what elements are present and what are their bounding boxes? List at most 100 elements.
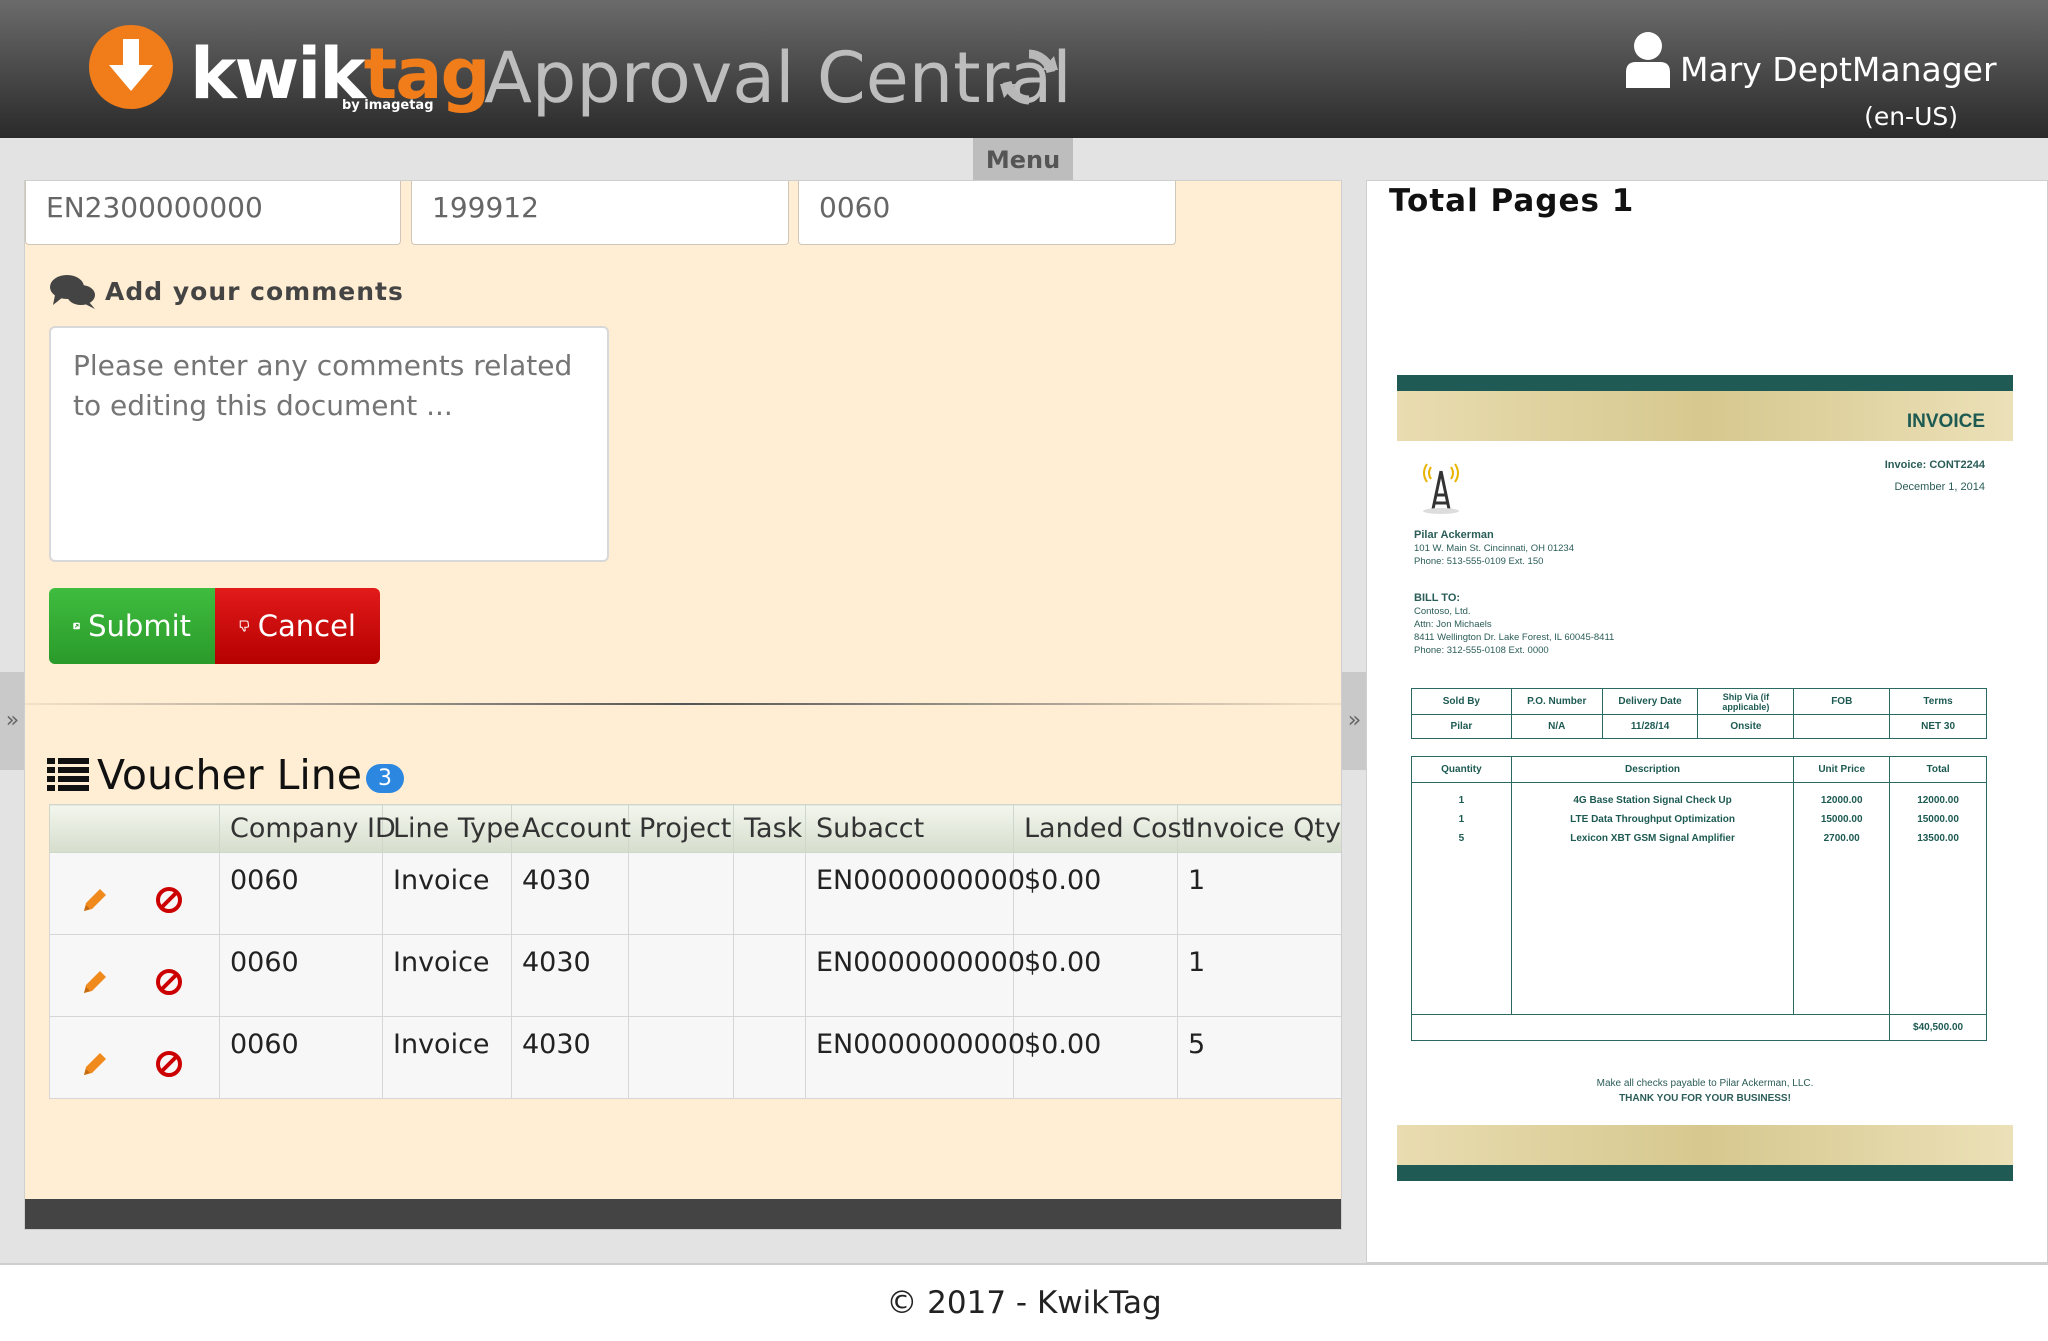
cell-landed-cost: $0.00 (1013, 934, 1178, 1017)
list-icon (47, 758, 89, 791)
section-divider (25, 703, 1341, 705)
page-footer: © 2017 - KwikTag (0, 1263, 2048, 1341)
invoice-thanks: THANK YOU FOR YOUR BUSINESS! (1619, 1093, 1791, 1104)
antenna-tower-icon (1423, 463, 1459, 514)
cell-line-type: Invoice (382, 852, 512, 935)
invoice-item-qty: 1 (1458, 814, 1465, 825)
thumbs-down-icon (239, 620, 250, 632)
pencil-icon[interactable] (80, 967, 110, 997)
invoice-terms-header: Sold By (1411, 688, 1512, 715)
ban-icon[interactable] (154, 967, 184, 997)
invoice-from-phone: Phone: 513-555-0109 Ext. 150 (1414, 556, 1544, 567)
invoice-payment-note: Make all checks payable to Pilar Ackerma… (1596, 1078, 1814, 1089)
cancel-button[interactable]: Cancel (215, 588, 380, 664)
column-header[interactable]: Company ID (219, 804, 396, 853)
cell-company-id: 0060 (219, 1016, 383, 1099)
cell-account: 4030 (511, 1016, 629, 1099)
invoice-bottom-band (1397, 1125, 2013, 1165)
cell-subacct: EN0000000000 (805, 1016, 1025, 1099)
table-row: 0060 Invoice 4030 EN0000000000 $0.00 5 (49, 1016, 1341, 1099)
invoice-total-spacer (1410, 1014, 1891, 1041)
invoice-bill-to-label: BILL TO: (1414, 592, 1461, 604)
user-name[interactable]: Mary DeptManager (1680, 50, 1997, 89)
total-pages-label: Total Pages 1 (1389, 183, 1635, 219)
invoice-number: Invoice: CONT2244 (1884, 459, 1985, 471)
column-header[interactable]: Subacct (805, 804, 1014, 853)
column-header[interactable]: Account (511, 804, 631, 853)
app-header: kwiktag by imagetag Approval Central Mar… (0, 0, 2048, 138)
invoice-terms-value: Pilar (1411, 714, 1512, 739)
invoice-terms-table: Sold By P.O. Number Delivery Date Ship V… (1411, 688, 1987, 739)
column-header[interactable]: Invoice Qty (1177, 804, 1341, 853)
cell-project (628, 934, 734, 1017)
invoice-from-address: 101 W. Main St. Cincinnati, OH 01234 (1414, 543, 1574, 554)
column-header[interactable]: Project (628, 804, 734, 853)
comments-icon (50, 275, 95, 309)
left-collapse-handle[interactable]: » (0, 672, 25, 770)
column-header[interactable]: Line Type (382, 804, 520, 853)
invoice-terms-value (1793, 714, 1891, 739)
right-collapse-handle[interactable]: » (1342, 672, 1367, 770)
cell-invoice-qty: 1 (1177, 852, 1341, 935)
invoice-item-total-column: 12000.00 15000.00 13500.00 (1889, 782, 1987, 1015)
comments-label: Add your comments (49, 273, 404, 313)
voucher-count-badge: 3 (366, 763, 405, 793)
column-header (49, 804, 220, 853)
ban-icon[interactable] (154, 885, 184, 915)
invoice-item-header: Total (1889, 756, 1987, 783)
cell-project (628, 1016, 734, 1099)
invoice-bill-line: Phone: 312-555-0108 Ext. 0000 (1414, 645, 1549, 656)
invoice-preview-image[interactable]: INVOICE Invoice: CONT2244 December 1, 20… (1397, 375, 2013, 1181)
refresh-icon[interactable] (998, 46, 1060, 108)
invoice-item-total: 15000.00 (1917, 814, 1959, 825)
cell-invoice-qty: 5 (1177, 1016, 1341, 1099)
voucher-line-table: Company ID Line Type Account Project Tas… (49, 804, 1341, 1099)
app-title: Approval Central (484, 37, 1072, 119)
field-company-id[interactable]: 0060 (798, 181, 1176, 245)
invoice-terms-header: Terms (1889, 688, 1987, 715)
table-row: 0060 Invoice 4030 EN0000000000 $0.00 1 (49, 934, 1341, 1017)
invoice-item-qty: 1 (1458, 795, 1465, 806)
invoice-item-price: 2700.00 (1823, 833, 1860, 844)
invoice-item-qty: 5 (1458, 833, 1465, 844)
voucher-line-heading: Voucher Line 3 (47, 751, 405, 799)
cell-landed-cost: $0.00 (1013, 852, 1178, 935)
invoice-date: December 1, 2014 (1894, 481, 1986, 493)
field-invoice-id[interactable]: EN2300000000 (25, 181, 401, 245)
external-link-icon (73, 622, 80, 630)
user-locale: (en-US) (1864, 102, 1958, 131)
invoice-terms-value: 11/28/14 (1601, 714, 1699, 739)
invoice-from-name: Pilar Ackerman (1414, 529, 1494, 541)
invoice-item-desc-column: 4G Base Station Signal Check Up LTE Data… (1510, 782, 1795, 1015)
row-actions (49, 852, 220, 935)
pencil-icon[interactable] (80, 1049, 110, 1079)
cell-subacct: EN0000000000 (805, 934, 1025, 1017)
table-row: 0060 Invoice 4030 EN0000000000 $0.00 1 (49, 852, 1341, 935)
document-edit-panel: EN2300000000 199912 0060 Add your commen… (24, 180, 1342, 1230)
pencil-icon[interactable] (80, 885, 110, 915)
kwiktag-logo-icon (89, 25, 173, 109)
invoice-item-desc: LTE Data Throughput Optimization (1570, 814, 1735, 825)
invoice-bottom-stripe (1397, 1165, 2013, 1181)
cell-task (733, 934, 806, 1017)
invoice-items-table: Quantity Description Unit Price Total 1 … (1410, 756, 1987, 1041)
cell-subacct: EN0000000000 (805, 852, 1025, 935)
invoice-terms-header: Ship Via (if applicable) (1697, 688, 1795, 715)
cell-company-id: 0060 (219, 934, 383, 1017)
invoice-item-desc: 4G Base Station Signal Check Up (1573, 795, 1732, 806)
chevron-double-right-icon: » (1347, 708, 1362, 733)
chevron-double-right-icon: » (5, 708, 20, 733)
column-header[interactable]: Task (733, 804, 806, 853)
invoice-item-header: Unit Price (1793, 756, 1891, 783)
ban-icon[interactable] (154, 1049, 184, 1079)
column-header[interactable]: Landed Cost (1013, 804, 1192, 853)
submit-button[interactable]: Submit (49, 588, 215, 664)
cell-invoice-qty: 1 (1177, 934, 1341, 1017)
invoice-item-header: Quantity (1411, 756, 1512, 783)
field-vendor-id[interactable]: 199912 (411, 181, 789, 245)
cell-account: 4030 (511, 934, 629, 1017)
comments-textarea[interactable] (49, 326, 609, 562)
menu-tab[interactable]: Menu (973, 138, 1073, 180)
row-actions (49, 934, 220, 1017)
brand-logo: kwiktag (190, 33, 491, 115)
